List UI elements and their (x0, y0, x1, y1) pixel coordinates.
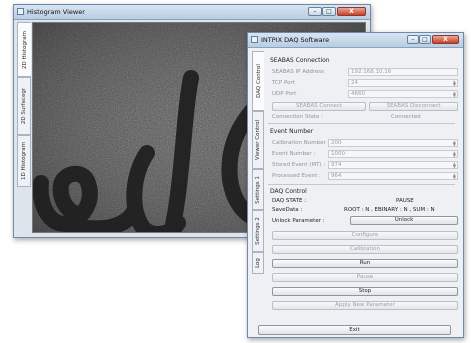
event-number-label: Event Number : (272, 151, 316, 157)
event-number-spinbox[interactable]: 1000 ▲ ▼ (328, 150, 458, 158)
section-divider (268, 184, 455, 185)
spin-arrows-icon[interactable]: ▲ ▼ (453, 140, 456, 147)
close-button[interactable]: X (337, 7, 366, 16)
minimize-button[interactable]: – (407, 35, 419, 44)
spin-arrows-icon[interactable]: ▲ ▼ (453, 162, 456, 169)
tab-viewer-control[interactable]: Viewer Control (252, 111, 264, 169)
tab-daq-control-label: DAQ Control (255, 64, 262, 98)
tab-daq-control[interactable]: DAQ Control (252, 51, 264, 111)
daq-state-label: DAQ STATE : (272, 198, 307, 204)
stored-event-spinbox[interactable]: 974 ▲ ▼ (328, 161, 458, 169)
event-number-value: 1000 (331, 151, 345, 157)
tab-settings-2[interactable]: Settings 2 (252, 210, 264, 252)
daq-control-panel: SEABAS Connection SEABAS IP Address 192.… (264, 51, 459, 333)
seabas-section-title: SEABAS Connection (270, 57, 330, 64)
processed-event-spinbox[interactable]: 964 ▲ ▼ (328, 172, 458, 180)
spin-arrows-icon[interactable]: ▲ ▼ (453, 173, 456, 180)
seabas-connect-button[interactable]: SEABAS Connect (272, 102, 366, 111)
run-button[interactable]: Run (272, 259, 458, 268)
calibration-number-spinbox[interactable]: 200 ▲ ▼ (328, 139, 458, 147)
udp-port-label: UDP Port (272, 91, 297, 97)
pause-button[interactable]: Pause (272, 273, 458, 282)
tab-2d-histogram[interactable]: 2D Histogram (17, 22, 31, 77)
udp-port-spinbox[interactable]: 4660 ▲ ▼ (348, 90, 458, 98)
tab-settings-1[interactable]: Settings 1 (252, 169, 264, 210)
savedata-value: ROOT : N , EBINARY : N , SUM : N (344, 207, 435, 213)
connection-state-value: Connected (391, 114, 421, 120)
tab-log[interactable]: Log (252, 252, 264, 274)
calibration-number-label: Calibration Number : (272, 140, 330, 146)
seabas-ip-label: SEABAS IP Address (272, 69, 325, 75)
daq-software-titlebar[interactable]: INTPIX DAQ Software – □ X (248, 33, 463, 48)
unlock-parameter-label: Unlock Parameter : (272, 218, 325, 224)
exit-button[interactable]: Exit (258, 325, 451, 335)
stored-event-value: 974 (331, 162, 342, 168)
configure-button[interactable]: Configure (272, 231, 458, 240)
daq-control-section-title: DAQ Control (270, 188, 307, 195)
daq-software-title: INTPIX DAQ Software (261, 36, 330, 44)
unlock-button[interactable]: Unlock (350, 216, 458, 225)
tcp-port-spinbox[interactable]: 24 ▲ ▼ (348, 79, 458, 87)
spin-arrows-icon[interactable]: ▲ ▼ (453, 91, 456, 98)
minimize-button[interactable]: – (308, 7, 322, 16)
processed-event-value: 964 (331, 173, 342, 179)
tab-1d-histogram[interactable]: 1D Histogram (17, 135, 31, 187)
calibration-button[interactable]: Calibration (272, 245, 458, 254)
daq-state-value: PAUSE (396, 198, 414, 204)
connection-state-label: Connection State : (272, 114, 324, 120)
daq-tab-bar: DAQ Control Viewer Control Settings 1 Se… (252, 51, 264, 276)
spin-arrows-icon[interactable]: ▲ ▼ (453, 151, 456, 158)
spin-arrows-icon[interactable]: ▲ ▼ (453, 80, 456, 87)
seabas-ip-field[interactable]: 192.168.10.16 (348, 68, 458, 76)
daq-software-window: INTPIX DAQ Software – □ X DAQ Control Vi… (247, 32, 464, 338)
histogram-viewer-titlebar[interactable]: Histogram Viewer – □ X (14, 5, 370, 20)
tab-2d-surfacegr[interactable]: 2D Surfacegr (17, 77, 31, 135)
tab-settings-2-label: Settings 2 (255, 217, 261, 245)
maximize-button[interactable]: □ (322, 7, 336, 16)
stored-event-label: Stored Event (MT) : (272, 162, 326, 168)
app-icon (17, 8, 24, 15)
tab-settings-1-label: Settings 1 (255, 175, 261, 204)
stop-button[interactable]: Stop (272, 287, 458, 296)
tab-log-label: Log (255, 258, 261, 268)
tab-2d-histogram-label: 2D Histogram (21, 30, 28, 69)
maximize-button[interactable]: □ (419, 35, 431, 44)
udp-port-value: 4660 (351, 91, 365, 97)
processed-event-label: Processed Event : (272, 173, 321, 179)
tcp-port-value: 24 (351, 80, 358, 86)
tcp-port-label: TCP Port (272, 80, 295, 86)
tab-2d-surfacegr-label: 2D Surfacegr (21, 87, 27, 125)
histogram-viewer-title: Histogram Viewer (27, 8, 85, 16)
app-icon (251, 36, 258, 43)
seabas-disconnect-button[interactable]: SEABAS Disconnect (369, 102, 458, 111)
close-button[interactable]: X (432, 35, 459, 44)
tab-viewer-control-label: Viewer Control (255, 119, 261, 161)
event-number-section-title: Event Number (270, 128, 314, 135)
tab-1d-histogram-label: 1D Histogram (21, 141, 27, 181)
histogram-tab-bar: 2D Histogram 2D Surfacegr 1D Histogram (17, 22, 31, 233)
apply-new-parameter-button[interactable]: Apply New Parameter (272, 301, 458, 310)
section-divider (268, 123, 455, 124)
savedata-label: SaveData : (272, 207, 303, 213)
calibration-number-value: 200 (331, 140, 342, 146)
